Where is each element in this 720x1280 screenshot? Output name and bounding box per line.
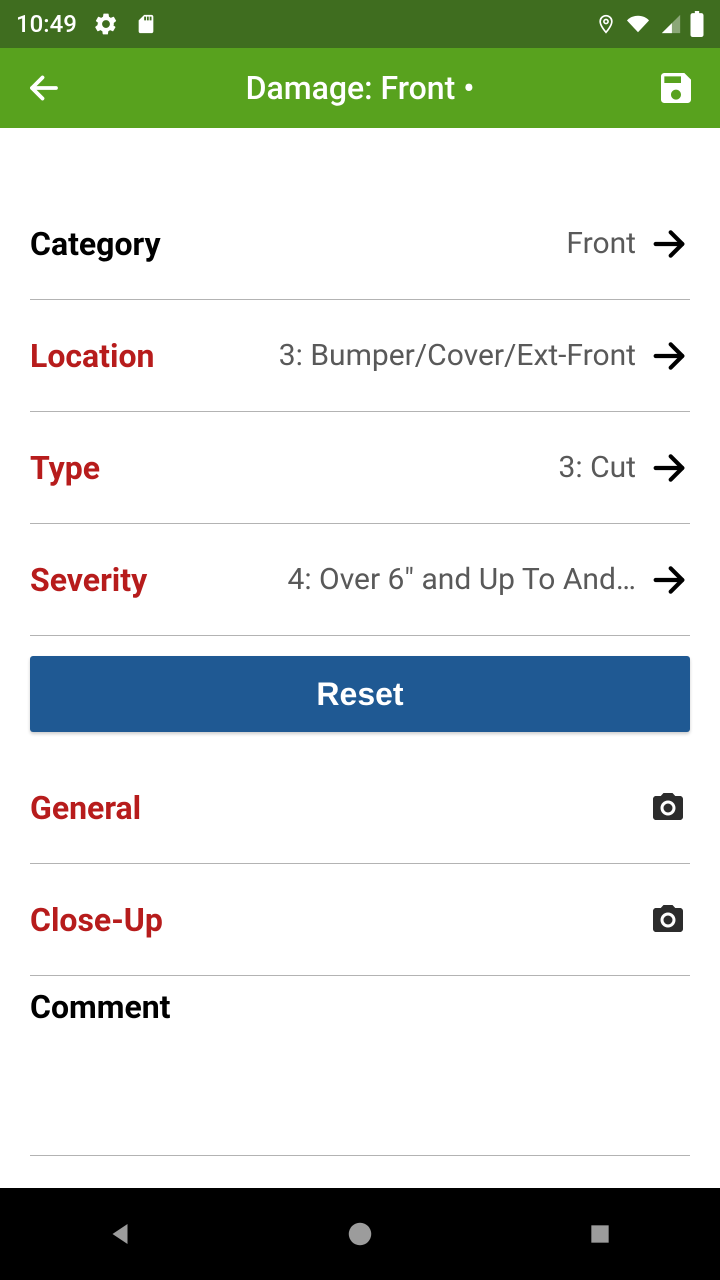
arrow-back-icon <box>26 70 62 106</box>
nav-home-button[interactable] <box>336 1210 384 1258</box>
camera-icon[interactable] <box>646 788 690 828</box>
camera-icon[interactable] <box>646 900 690 940</box>
circle-home-icon <box>345 1219 375 1249</box>
sd-card-icon <box>135 11 157 37</box>
status-bar: 10:49 <box>0 0 720 48</box>
location-row[interactable]: Location 3: Bumper/Cover/Ext-Front <box>30 300 690 412</box>
nav-back-button[interactable] <box>96 1210 144 1258</box>
battery-icon <box>690 11 704 37</box>
type-label: Type <box>30 449 100 487</box>
save-button[interactable] <box>652 64 700 112</box>
severity-label: Severity <box>30 561 147 599</box>
location-icon <box>596 11 616 37</box>
comment-label: Comment <box>30 988 690 1026</box>
chevron-right-icon <box>648 223 690 265</box>
type-row[interactable]: Type 3: Cut <box>30 412 690 524</box>
content: Category Front Location 3: Bumper/Cover/… <box>0 128 720 1188</box>
navigation-bar <box>0 1188 720 1280</box>
chevron-right-icon <box>648 335 690 377</box>
location-value: 3: Bumper/Cover/Ext-Front <box>166 338 636 373</box>
type-value: 3: Cut <box>112 450 636 485</box>
nav-recent-button[interactable] <box>576 1210 624 1258</box>
closeup-label: Close-Up <box>30 901 163 939</box>
status-left: 10:49 <box>16 10 157 38</box>
square-recent-icon <box>587 1221 613 1247</box>
save-icon <box>656 68 696 108</box>
chevron-right-icon <box>648 559 690 601</box>
wifi-icon <box>624 13 652 35</box>
comment-section[interactable]: Comment <box>30 976 690 1156</box>
severity-row[interactable]: Severity 4: Over 6" and Up To And… <box>30 524 690 636</box>
reset-button-label: Reset <box>316 676 403 713</box>
gear-icon <box>93 11 119 37</box>
back-button[interactable] <box>20 64 68 112</box>
chevron-right-icon <box>648 447 690 489</box>
category-row[interactable]: Category Front <box>30 188 690 300</box>
closeup-row[interactable]: Close-Up <box>30 864 690 976</box>
location-label: Location <box>30 337 154 375</box>
cellular-icon <box>660 13 682 35</box>
category-value: Front <box>173 226 636 261</box>
page-title: Damage: Front • <box>246 69 475 107</box>
status-time: 10:49 <box>16 10 77 38</box>
app-bar: Damage: Front • <box>0 48 720 128</box>
general-row[interactable]: General <box>30 752 690 864</box>
severity-value: 4: Over 6" and Up To And… <box>159 562 636 597</box>
reset-button[interactable]: Reset <box>30 656 690 732</box>
general-label: General <box>30 789 141 827</box>
category-label: Category <box>30 225 161 263</box>
triangle-back-icon <box>105 1219 135 1249</box>
status-right <box>596 11 704 37</box>
